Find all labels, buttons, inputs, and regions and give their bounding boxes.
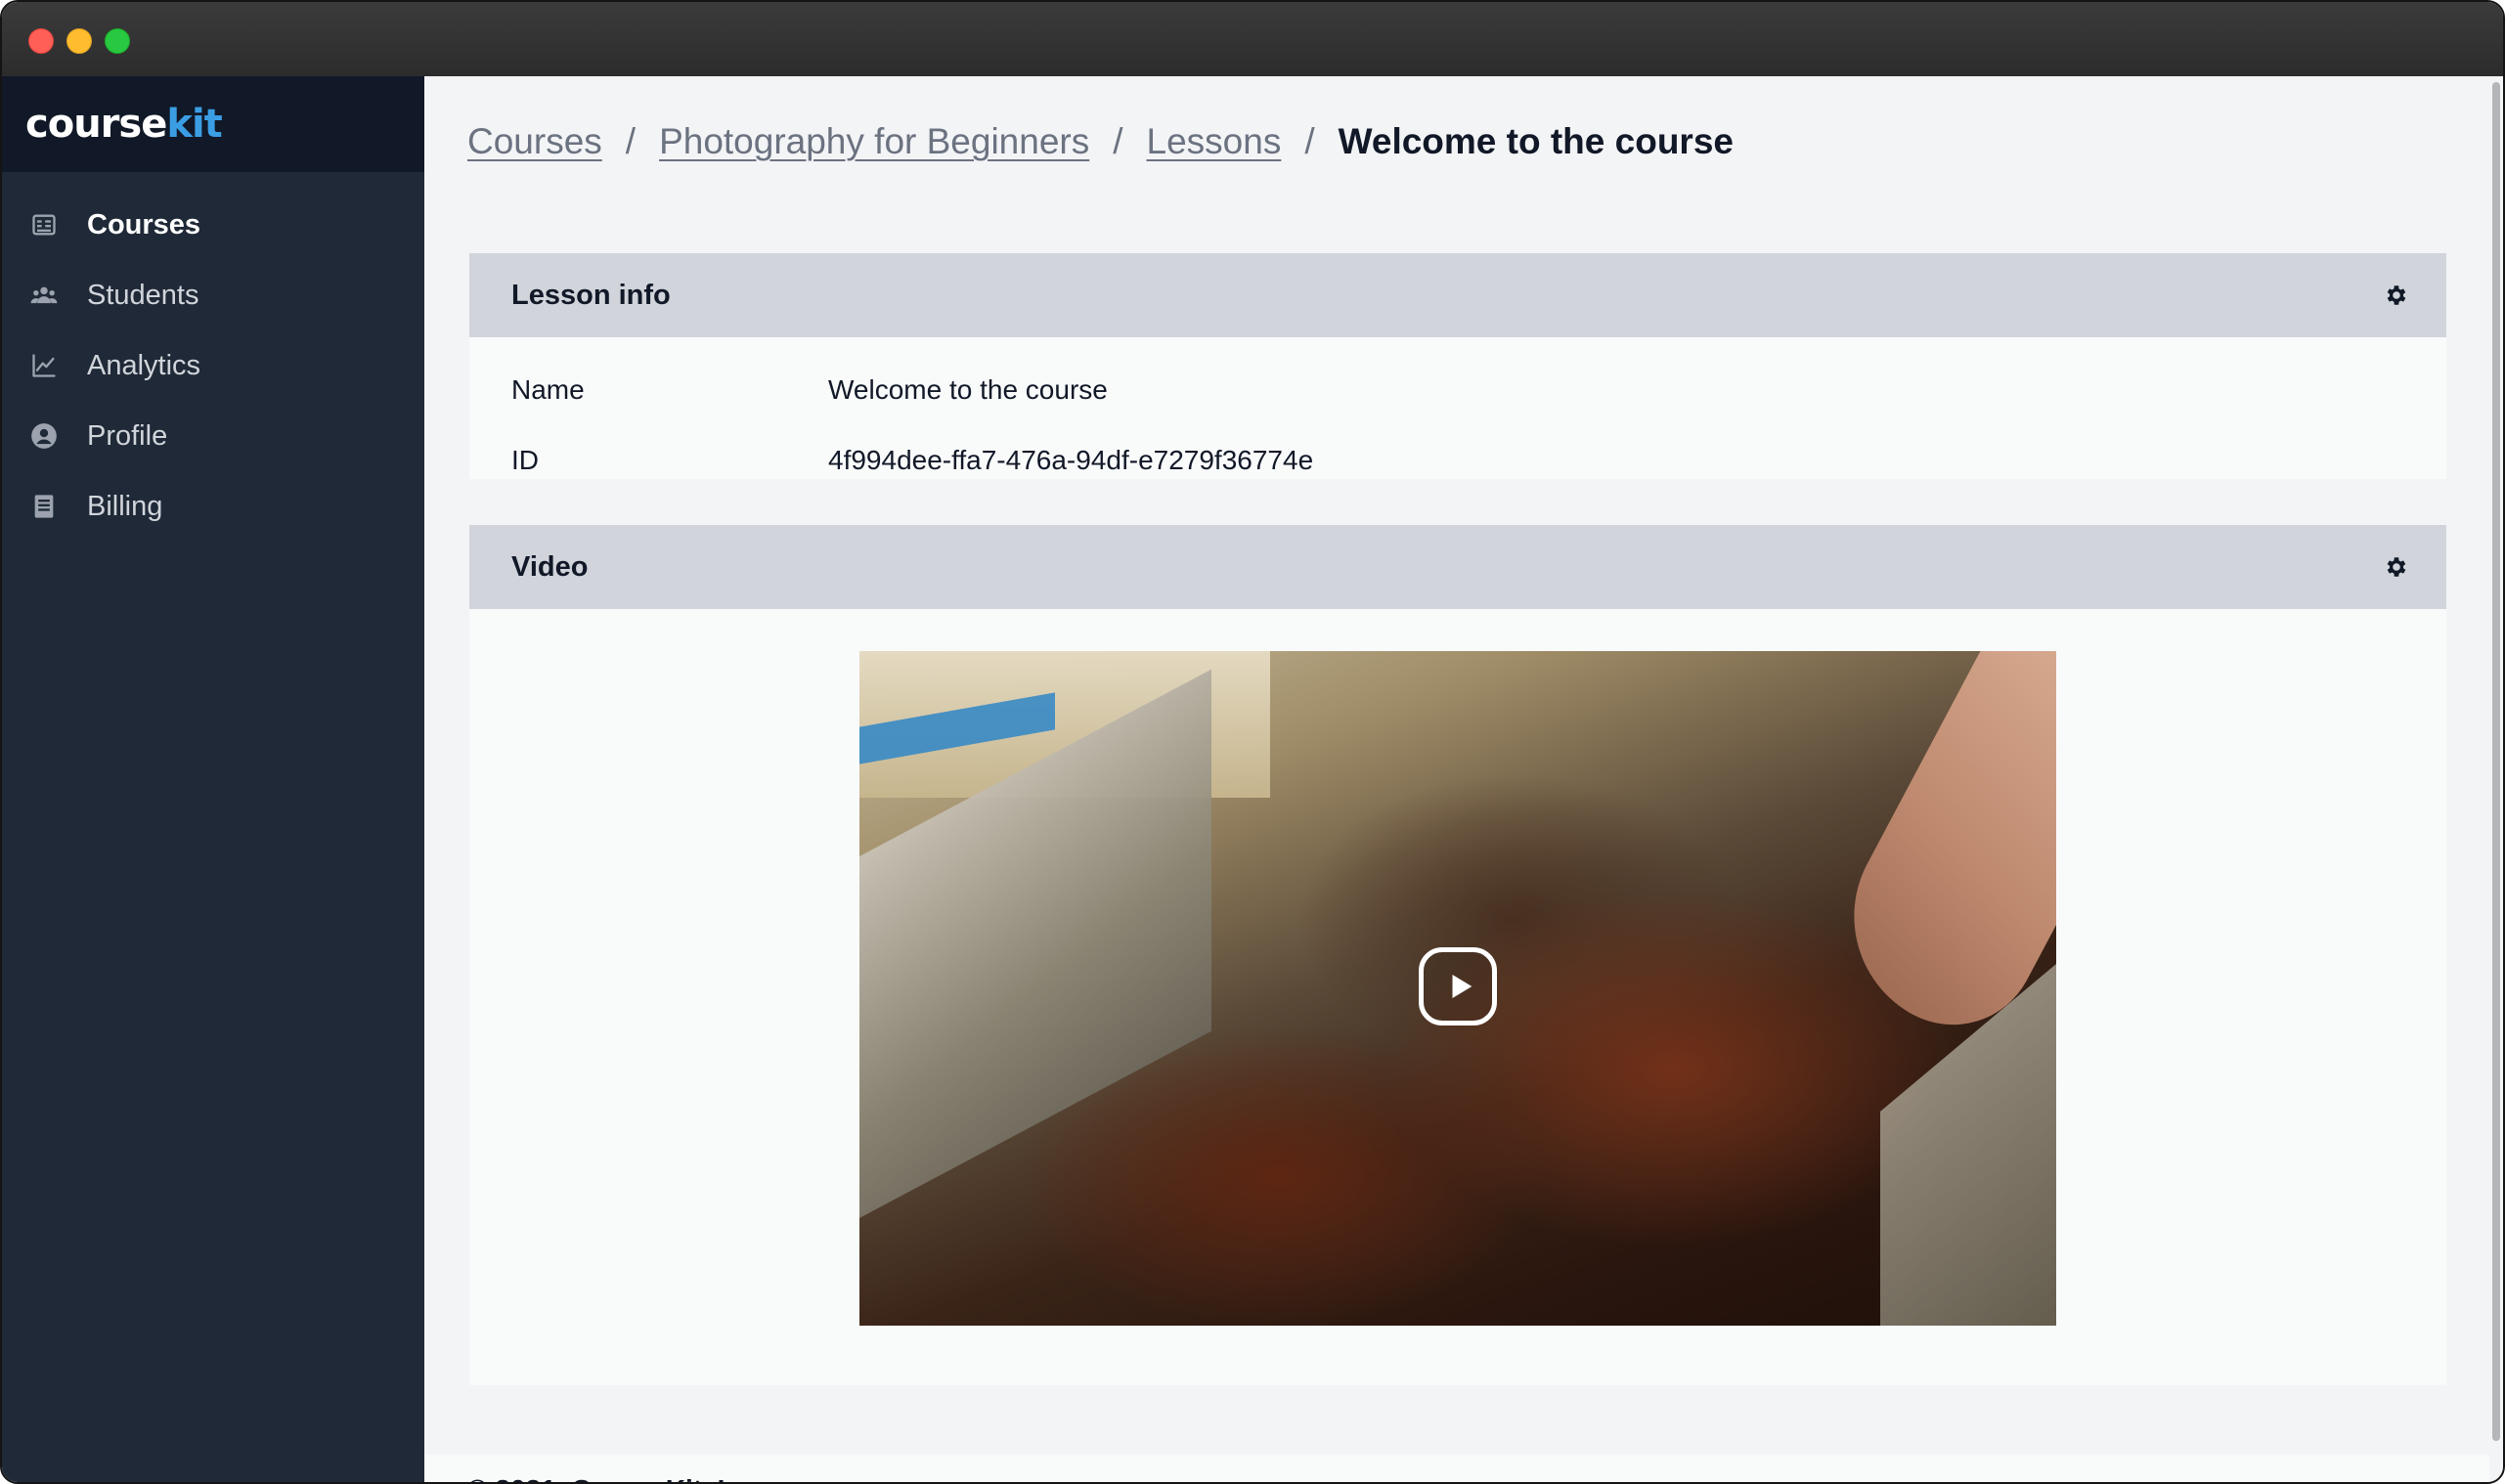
footer-copyright: © 2021, CourseKit, Inc. <box>467 1474 765 1482</box>
analytics-icon <box>29 351 59 380</box>
breadcrumb-separator: / <box>1304 121 1315 161</box>
breadcrumb: Courses / Photography for Beginners / Le… <box>467 121 1734 162</box>
brand-logo[interactable]: coursekit <box>2 76 424 172</box>
brand-wordmark-part1: course <box>25 102 167 147</box>
breadcrumb-separator: / <box>1113 121 1123 161</box>
maximize-window-button[interactable] <box>105 28 130 54</box>
sidebar: coursekit Courses Students Analytics Pro… <box>2 76 424 1482</box>
courses-icon <box>29 210 59 240</box>
brand-wordmark-part2: kit <box>166 102 222 147</box>
breadcrumb-lessons-link[interactable]: Lessons <box>1147 121 1282 162</box>
main-content: Courses / Photography for Beginners / Le… <box>424 76 2489 1482</box>
sidebar-item-label: Students <box>87 279 199 311</box>
sidebar-item-courses[interactable]: Courses <box>2 190 424 260</box>
gear-icon[interactable] <box>2382 281 2411 310</box>
minimize-window-button[interactable] <box>66 28 92 54</box>
students-icon <box>29 281 59 310</box>
video-player[interactable] <box>859 651 2056 1326</box>
lesson-info-title: Lesson info <box>511 279 671 311</box>
lesson-info-card: Lesson info Name Welcome to the course I… <box>469 253 2446 479</box>
gear-icon[interactable] <box>2382 552 2411 582</box>
scrollbar[interactable] <box>2489 76 2503 1482</box>
sidebar-item-analytics[interactable]: Analytics <box>2 330 424 401</box>
info-row-name: Name Welcome to the course <box>469 355 2446 425</box>
sidebar-item-billing[interactable]: Billing <box>2 471 424 542</box>
info-value: Welcome to the course <box>828 374 1108 405</box>
info-row-id: ID 4f994dee-ffa7-476a-94df-e7279f36774e <box>469 425 2446 496</box>
video-card: Video <box>469 525 2446 1385</box>
breadcrumb-separator: / <box>625 121 637 161</box>
title-bar <box>2 2 2503 77</box>
sidebar-item-label: Profile <box>87 419 168 452</box>
app-window: coursekit Courses Students Analytics Pro… <box>0 0 2505 1484</box>
lesson-info-rows: Name Welcome to the course ID 4f994dee-f… <box>469 337 2446 496</box>
info-key: Name <box>511 374 585 405</box>
video-header: Video <box>469 525 2446 609</box>
info-key: ID <box>511 445 539 475</box>
info-value: 4f994dee-ffa7-476a-94df-e7279f36774e <box>828 445 1314 475</box>
billing-icon <box>29 492 59 521</box>
page-title: Welcome to the course <box>1338 121 1734 161</box>
sidebar-item-label: Billing <box>87 490 163 522</box>
sidebar-item-label: Courses <box>87 208 201 240</box>
footer: © 2021, CourseKit, Inc. <box>424 1455 2489 1482</box>
lesson-info-header: Lesson info <box>469 253 2446 337</box>
scrollbar-thumb[interactable] <box>2492 82 2500 1441</box>
breadcrumb-courses-link[interactable]: Courses <box>467 121 602 162</box>
close-window-button[interactable] <box>28 28 54 54</box>
sidebar-item-label: Analytics <box>87 349 201 381</box>
video-title: Video <box>511 550 589 583</box>
sidebar-item-students[interactable]: Students <box>2 260 424 330</box>
profile-icon <box>29 421 59 451</box>
sidebar-nav: Courses Students Analytics Profile Billi… <box>2 172 424 542</box>
sidebar-item-profile[interactable]: Profile <box>2 401 424 471</box>
breadcrumb-course-link[interactable]: Photography for Beginners <box>659 121 1089 162</box>
brand-wordmark: coursekit <box>25 102 223 147</box>
play-icon[interactable] <box>1419 947 1497 1026</box>
